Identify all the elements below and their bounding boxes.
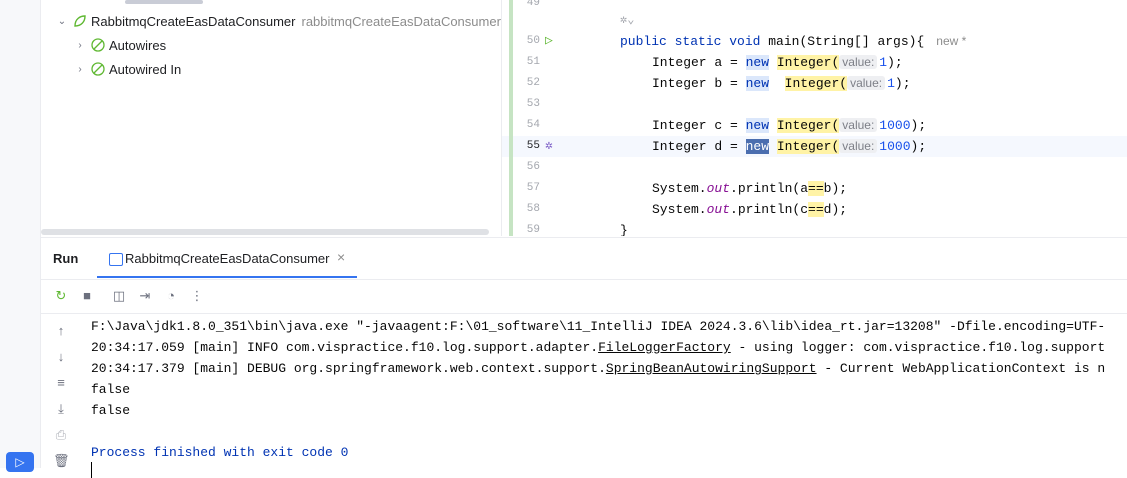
exit-icon[interactable]: ⇥ (137, 288, 153, 304)
parameter-hint: value: (847, 76, 886, 90)
line-number: 51 (526, 56, 540, 68)
tree-item-label: Autowired In (109, 61, 182, 77)
ai-actions-icon[interactable]: ✲⌄ (620, 12, 634, 27)
code-line-55: Integer d = new Integer(value: 1000); (652, 139, 927, 154)
parameter-hint: value: (839, 139, 878, 153)
tree-scrollbar-top[interactable] (125, 0, 203, 4)
code-line-51: Integer a = new Integer(value: 1); (652, 55, 903, 70)
scroll-to-end-icon[interactable]: ⤓ (53, 401, 69, 417)
tree-item-autowired-in[interactable]: › Autowired In (73, 58, 181, 80)
console-line: false (91, 382, 131, 397)
parameter-hint: value: (839, 55, 878, 69)
line-number: 59 (526, 224, 540, 236)
console-link[interactable]: FileLoggerFactory (598, 340, 731, 355)
author-inlay: new * (936, 34, 967, 48)
code-line-50: public static void main(String[] args){n… (620, 34, 967, 49)
code-line-57: System.out.println(a==b); (652, 181, 848, 196)
console-line: 20:34:17.379 [main] DEBUG org.springfram… (91, 361, 1106, 376)
run-tab-bar: Run RabbitmqCreateEasDataConsumer × (41, 238, 1127, 280)
line-number: 52 (526, 77, 540, 89)
tree-horizontal-scrollbar[interactable] (41, 229, 489, 235)
chevron-right-icon[interactable]: › (73, 64, 87, 75)
tree-root-label: RabbitmqCreateEasDataConsumer (91, 13, 296, 29)
print-icon[interactable]: ⎙ (53, 427, 69, 443)
run-main-gutter-icon[interactable]: ▷ (545, 33, 553, 48)
run-tab-label: RabbitmqCreateEasDataConsumer (125, 251, 330, 266)
console-side-toolbar: ↑ ↓ ≡ ⤓ ⎙ 🗑 (41, 313, 81, 473)
console-line: false (91, 403, 131, 418)
autowire-icon (91, 38, 105, 52)
profiler-icon[interactable]: ◔ (163, 288, 179, 304)
line-number: 49 (526, 0, 540, 9)
run-panel-title: Run (53, 251, 79, 266)
tree-root-hint: rabbitmqCreateEasDataConsumer (301, 13, 501, 29)
autowire-icon (91, 62, 105, 76)
soft-wrap-icon[interactable]: ≡ (53, 375, 69, 391)
line-number: 57 (526, 182, 540, 194)
tree-root-row[interactable]: ⌄ RabbitmqCreateEasDataConsumer rabbitmq… (55, 10, 501, 32)
application-icon (109, 253, 123, 266)
run-toolbar: ↻ ■ ◫ ⇥ ◔ ⋮ (41, 279, 1127, 314)
line-number: 53 (526, 98, 540, 110)
left-tool-strip: ▷ (0, 0, 41, 472)
run-tool-window-icon[interactable]: ▷ (6, 452, 34, 472)
tree-item-autowires[interactable]: › Autowires (73, 34, 166, 56)
project-tree: ⌄ RabbitmqCreateEasDataConsumer rabbitmq… (41, 0, 501, 236)
active-tab-indicator (97, 276, 357, 278)
parameter-hint: value: (839, 118, 878, 132)
run-config-tab[interactable]: RabbitmqCreateEasDataConsumer × (97, 238, 357, 279)
tree-item-label: Autowires (109, 37, 167, 53)
rerun-icon[interactable]: ↻ (53, 288, 69, 304)
spring-bean-icon (74, 15, 86, 27)
more-icon[interactable]: ⋮ (189, 288, 205, 304)
process-exit-line: Process finished with exit code 0 (91, 445, 349, 460)
trash-icon[interactable]: 🗑 (53, 453, 70, 469)
line-number: 56 (526, 161, 540, 173)
chevron-down-icon[interactable]: ⌄ (55, 16, 69, 27)
code-line-59: } (620, 223, 628, 236)
code-line-52: Integer b = new Integer(value: 1); (652, 76, 911, 91)
line-number: 50 (526, 35, 540, 47)
code-line-54: Integer c = new Integer(value: 1000); (652, 118, 927, 133)
code-editor[interactable]: 49 50 51 52 53 54 55 56 57 58 59 ▷ ✲ ✲⌄ … (502, 0, 1127, 236)
text-caret (91, 462, 92, 478)
chevron-right-icon[interactable]: › (73, 40, 87, 51)
code-line-58: System.out.println(c==d); (652, 202, 848, 217)
console-link[interactable]: SpringBeanAutowiringSupport (606, 361, 817, 376)
close-icon[interactable]: × (337, 249, 345, 265)
console-line: 20:34:17.059 [main] INFO com.vispractice… (91, 340, 1106, 355)
camera-icon[interactable]: ◫ (111, 288, 127, 304)
line-number: 54 (526, 119, 540, 131)
stop-icon[interactable]: ■ (79, 288, 95, 304)
arrow-down-icon[interactable]: ↓ (53, 349, 69, 365)
arrow-up-icon[interactable]: ↑ (53, 323, 69, 339)
console-line: F:\Java\jdk1.8.0_351\bin\java.exe "-java… (91, 319, 1106, 334)
line-number: 58 (526, 203, 540, 215)
ai-assistant-gutter-icon[interactable]: ✲ (545, 138, 553, 153)
run-tool-window: Run RabbitmqCreateEasDataConsumer × ↻ ■ … (41, 237, 1127, 478)
line-number: 55 (526, 140, 540, 152)
